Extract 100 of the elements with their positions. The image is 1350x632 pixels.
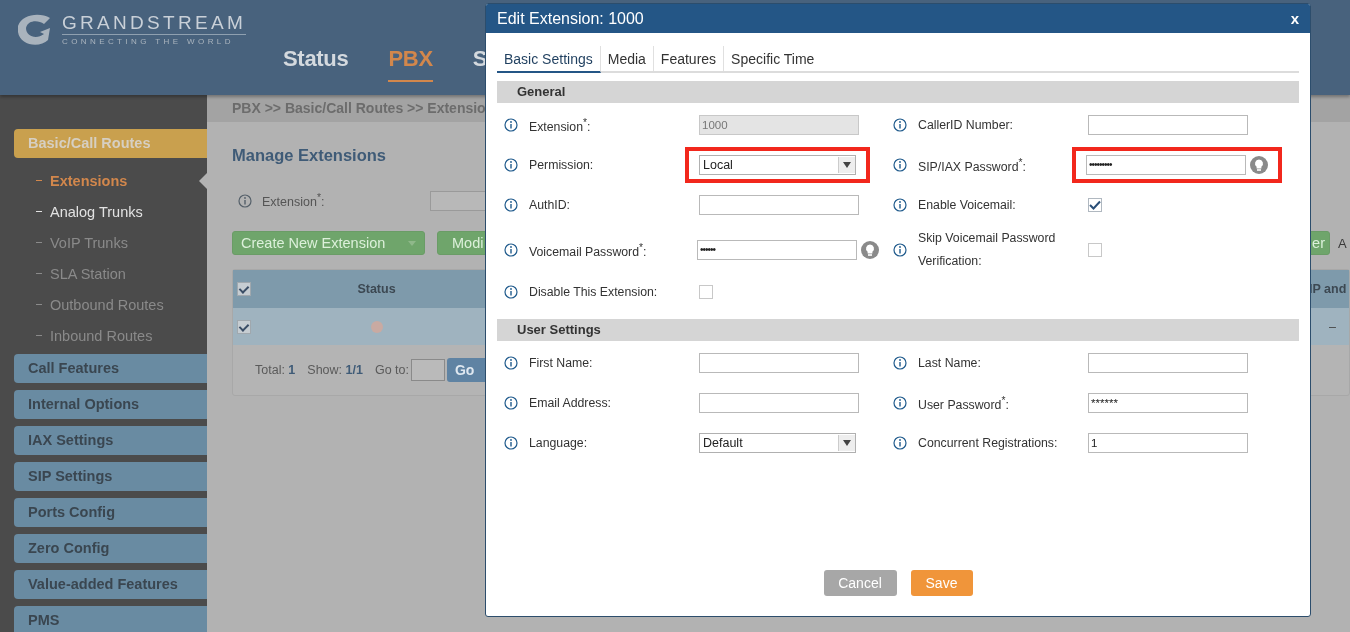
info-icon[interactable] [893, 243, 907, 257]
field-label: SIP/IAX Password$^{*}$: [918, 155, 1027, 177]
dropdown[interactable]: Default [699, 433, 856, 453]
sidebar-item[interactable]: Extensions [0, 165, 207, 196]
cancel-button[interactable]: Cancel [823, 570, 897, 596]
tab[interactable]: Media [600, 46, 654, 71]
field-label: Email Address: [529, 394, 612, 412]
sidebar-item-label: SLA Station [50, 265, 126, 282]
logo-tagline: CONNECTING THE WORLD [62, 34, 247, 46]
page-title: Manage Extensions [232, 146, 387, 165]
sidebar-item-label: Outbound Routes [50, 296, 164, 313]
total-label: Total: 1 [255, 363, 296, 377]
dash-icon [36, 303, 42, 306]
column-header: Status [356, 282, 397, 296]
info-icon[interactable] [893, 198, 907, 212]
toolbar-text: A [1338, 235, 1348, 251]
caret-icon [843, 440, 851, 446]
field-label: Enable Voicemail: [918, 196, 1017, 214]
pointer-icon [199, 173, 207, 189]
info-icon[interactable] [893, 436, 907, 450]
sidebar-item-label: VoIP Trunks [50, 234, 128, 251]
input-field[interactable]: •••••• [697, 240, 857, 260]
info-icon[interactable] [893, 118, 907, 132]
field-label: AuthID: [529, 196, 571, 214]
field-label: Voicemail Password$^{*}$: [529, 240, 648, 262]
info-icon [238, 194, 252, 208]
sidebar-item[interactable]: Analog Trunks [0, 196, 207, 227]
input-field[interactable] [699, 195, 859, 215]
sidebar-item[interactable]: Outbound Routes [0, 289, 207, 320]
section-header: User Settings [497, 319, 1299, 341]
info-icon[interactable] [504, 118, 518, 132]
sidebar-group[interactable]: Zero Config [14, 534, 207, 563]
input-field[interactable] [699, 353, 859, 373]
field-label: Extension$^{*}$: [262, 192, 326, 210]
tab[interactable]: Features [653, 46, 725, 71]
checkbox[interactable] [1088, 198, 1102, 212]
sidebar-group[interactable]: Ports Config [14, 498, 207, 527]
field-label: Permission: [529, 156, 595, 174]
sidebar-group[interactable]: SIP Settings [14, 462, 207, 491]
input-field[interactable] [1088, 353, 1248, 373]
row-checkbox[interactable] [237, 319, 251, 334]
goto-label: Go to: [374, 363, 409, 377]
field-label: Disable This Extension: [529, 283, 659, 301]
info-icon[interactable] [504, 436, 518, 450]
dash-icon [36, 334, 42, 337]
sidebar-group[interactable]: IAX Settings [14, 426, 207, 455]
caret-icon [408, 240, 416, 246]
sidebar-item-label: Extensions [50, 172, 128, 189]
info-icon[interactable] [504, 356, 518, 370]
tab[interactable]: Specific Time [724, 46, 822, 71]
page-field[interactable] [410, 359, 445, 381]
select-all-checkbox[interactable] [237, 282, 251, 296]
field-label: Concurrent Registrations: [918, 434, 1059, 452]
dialog-title: Edit Extension: 1000 [497, 9, 644, 28]
show-label: Show: 1/1 [307, 363, 363, 377]
info-icon[interactable] [504, 243, 518, 257]
nav-tab[interactable]: PBX [388, 46, 433, 82]
info-icon[interactable] [893, 356, 907, 370]
save-button[interactable]: Save [910, 570, 973, 596]
logo-wordmark: GRANDSTREAM [62, 12, 247, 34]
info-icon[interactable] [504, 396, 518, 410]
info-icon[interactable] [504, 285, 518, 299]
dash-icon [36, 241, 42, 244]
close-button[interactable]: x [1290, 10, 1299, 27]
action-button[interactable]: Create New Extension [232, 231, 425, 255]
sidebar-group[interactable]: PMS [14, 606, 207, 632]
info-icon[interactable] [893, 158, 907, 172]
sidebar-item-label: Inbound Routes [50, 327, 153, 344]
info-icon[interactable] [504, 198, 518, 212]
dash-icon [36, 179, 42, 182]
sidebar-group[interactable]: Basic/Call Routes [14, 129, 207, 158]
field-label: Skip Voicemail Password Verification: [918, 230, 1057, 270]
input-field[interactable] [699, 393, 859, 413]
sidebar-item[interactable]: SLA Station [0, 258, 207, 289]
sidebar-group[interactable]: Call Features [14, 354, 207, 383]
sidebar-item[interactable]: VoIP Trunks [0, 227, 207, 258]
sidebar-item-label: Analog Trunks [50, 203, 143, 220]
sidebar-item[interactable]: Inbound Routes [0, 320, 207, 351]
dash-icon [36, 272, 42, 275]
field-label: Language: [529, 434, 589, 452]
caret-icon [843, 162, 851, 168]
field-label: First Name: [529, 354, 594, 372]
input-field[interactable]: 1 [1088, 433, 1248, 453]
sidebar-group[interactable]: Value-added Features [14, 570, 207, 599]
input-field[interactable] [1088, 115, 1248, 135]
lightbulb-icon[interactable] [861, 241, 879, 259]
input-field[interactable]: ••••••••• [1086, 155, 1246, 175]
input-field[interactable]: ****** [1088, 393, 1248, 413]
sidebar-group[interactable]: Internal Options [14, 390, 207, 419]
dropdown[interactable]: Local [699, 155, 856, 175]
nav-tab[interactable]: Status [283, 46, 349, 74]
info-icon[interactable] [504, 158, 518, 172]
field-label: Last Name: [918, 354, 982, 372]
tab[interactable]: Basic Settings [497, 46, 601, 73]
checkbox[interactable] [1088, 243, 1102, 257]
table-cell-text: – [1328, 319, 1337, 334]
dash-icon [36, 210, 42, 213]
lightbulb-icon[interactable] [1250, 156, 1268, 174]
info-icon[interactable] [893, 396, 907, 410]
checkbox[interactable] [699, 285, 713, 299]
